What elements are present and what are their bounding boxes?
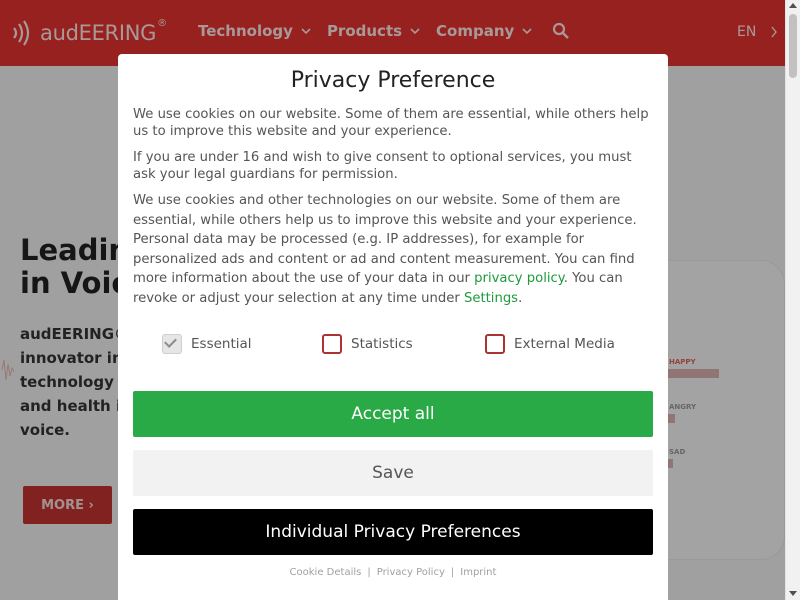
link-separator: | [450,567,455,578]
intro-paragraph: We use cookies on our website. Some of t… [133,107,649,139]
external-media-checkbox[interactable] [485,334,505,354]
accept-all-button[interactable]: Accept all [133,391,653,437]
modal-footer-links: Cookie Details | Privacy Policy | Imprint [118,567,668,578]
checkmark-icon [164,335,177,348]
individual-preferences-button[interactable]: Individual Privacy Preferences [133,509,653,555]
statistics-checkbox[interactable] [322,334,342,354]
scroll-up-arrow-icon[interactable] [789,3,797,8]
privacy-policy-footer-link[interactable]: Privacy Policy [377,567,445,578]
consent-label: External Media [514,336,615,352]
consent-options: Essential Statistics External Media [162,334,642,358]
consent-external-media: External Media [485,334,615,354]
essential-checkbox[interactable] [162,334,182,354]
settings-link[interactable]: Settings [464,291,518,306]
consent-label: Statistics [351,336,413,352]
privacy-policy-link[interactable]: privacy policy [474,271,564,286]
save-button[interactable]: Save [133,450,653,496]
consent-essential: Essential [162,334,252,354]
link-separator: | [367,567,371,578]
scroll-down-arrow-icon[interactable] [789,591,797,596]
paragraph-text: . [518,290,523,306]
privacy-modal: Privacy Preference We use cookies on our… [118,54,668,600]
consent-label: Essential [191,336,252,352]
modal-title: Privacy Preference [290,68,496,93]
data-processing-paragraph: We use cookies and other technologies on… [133,191,655,308]
cookie-details-link[interactable]: Cookie Details [290,567,362,578]
scrollbar-thumb[interactable] [789,14,797,78]
age-notice-paragraph: If you are under 16 and wish to give con… [133,150,632,182]
consent-statistics: Statistics [322,334,413,354]
page-scrollbar[interactable] [785,0,800,600]
imprint-link[interactable]: Imprint [460,567,496,578]
